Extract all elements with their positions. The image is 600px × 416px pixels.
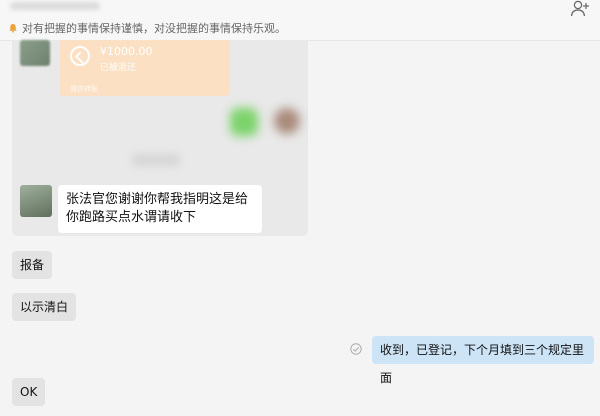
avatar [20, 185, 52, 217]
notice-text: 对有把握的事情保持谨慎，对没把握的事情保持乐观。 [22, 22, 286, 35]
transfer-footer: 微信转账 [70, 85, 98, 93]
chat-header: 对有把握的事情保持谨慎，对没把握的事情保持乐观。 [0, 0, 600, 41]
avatar [20, 40, 50, 66]
quoted-chat-card[interactable]: ¥1000.00 已被退还 微信转账 张法官您谢谢你帮我指明这是给你跑路买点水谓… [12, 40, 308, 236]
group-notice[interactable]: 对有把握的事情保持谨慎，对没把握的事情保持乐观。 [8, 20, 286, 36]
bell-icon [9, 24, 17, 33]
blurred-bubble [230, 108, 258, 136]
message-bubble[interactable]: 以示清白 [12, 293, 77, 321]
check-circle-icon [350, 343, 362, 355]
message-bubble-outgoing[interactable]: 收到，已登记，下个月填到三个规定里面 [372, 336, 594, 385]
message-bubble[interactable]: OK [12, 378, 46, 406]
refund-icon [70, 46, 90, 66]
quoted-message: 张法官您谢谢你帮我指明这是给你跑路买点水谓请收下 [58, 185, 262, 233]
blurred-avatar [274, 108, 300, 134]
transfer-amount: ¥1000.00 [100, 45, 153, 58]
message-bubble[interactable]: 报备 [12, 251, 53, 279]
transfer-status: 已被退还 [100, 63, 137, 73]
blurred-timestamp [132, 154, 180, 166]
transfer-card[interactable]: ¥1000.00 已被退还 微信转账 [60, 40, 230, 96]
add-user-icon[interactable] [570, 0, 590, 18]
chat-title [10, 2, 100, 10]
